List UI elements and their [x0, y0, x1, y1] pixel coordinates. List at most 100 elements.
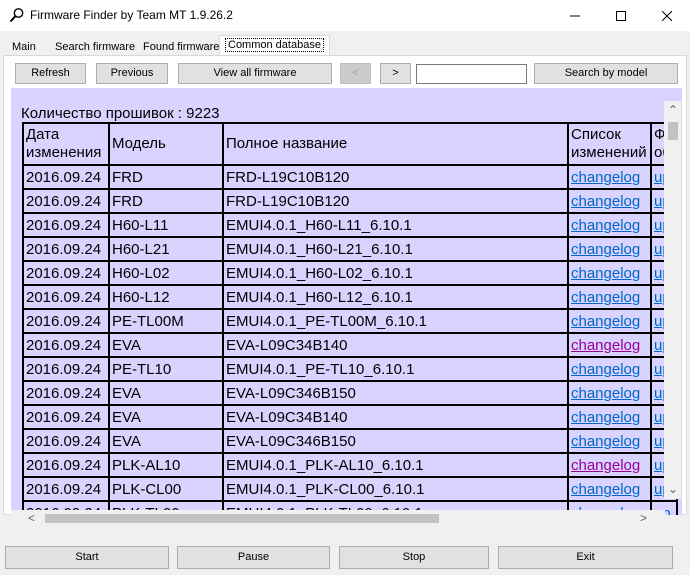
- scroll-down-icon[interactable]: ⌄: [668, 482, 678, 496]
- tab-search-firmware[interactable]: Search firmware: [49, 38, 142, 56]
- cell-changelog-cell: changelog: [567, 164, 652, 190]
- column-header-changelog[interactable]: Список изменений: [567, 122, 652, 166]
- scroll-up-icon[interactable]: ⌃: [668, 103, 678, 117]
- app-window: Firmware Finder by Team MT 1.9.26.2 Main…: [0, 0, 690, 575]
- cell-full-name: EVA-L09C346B150: [222, 428, 569, 454]
- scroll-right-icon[interactable]: >: [640, 511, 647, 525]
- bottom-actions: Start Pause Stop Exit: [0, 540, 690, 575]
- cell-full-name: EMUI4.0.1_H60-L21_6.10.1: [222, 236, 569, 262]
- vertical-scroll-thumb[interactable]: [668, 122, 678, 140]
- table-body: 2016.09.24 FRD FRD-L19C10B120 changelog up 20…: [22, 164, 678, 515]
- cell-date: 2016.09.24: [22, 308, 110, 334]
- cell-date: 2016.09.24: [22, 476, 110, 502]
- cell-model: PLK-CL00: [108, 476, 224, 502]
- cell-model: PE-TL00M: [108, 308, 224, 334]
- cell-changelog-cell: changelog: [567, 404, 652, 430]
- table-row[interactable]: 2016.09.24 H60-L02 EMUI4.0.1_H60-L02_6.10.…: [22, 260, 678, 286]
- minimize-button[interactable]: [552, 0, 598, 31]
- horizontal-scroll-thumb[interactable]: [45, 514, 439, 523]
- table-row[interactable]: 2016.09.24 EVA EVA-L09C346B150 changelog up: [22, 428, 678, 454]
- refresh-button[interactable]: Refresh: [15, 63, 86, 84]
- table-row[interactable]: 2016.09.24 EVA EVA-L09C346B150 changelog up: [22, 380, 678, 406]
- tab-found-firmware[interactable]: Found firmware: [137, 38, 226, 56]
- cell-changelog-link[interactable]: changelog: [571, 433, 640, 450]
- cell-date: 2016.09.24: [22, 332, 110, 358]
- view-all-firmware-button[interactable]: View all firmware: [178, 63, 332, 84]
- cell-changelog-cell: changelog: [567, 308, 652, 334]
- cell-model: H60-L02: [108, 260, 224, 286]
- table-row[interactable]: 2016.09.24 PE-TL10 EMUI4.0.1_PE-TL10_6.10.…: [22, 356, 678, 382]
- cell-changelog-cell: changelog: [567, 332, 652, 358]
- cell-changelog-cell: changelog: [567, 260, 652, 286]
- table-row[interactable]: 2016.09.24 PLK-CL00 EMUI4.0.1_PLK-CL00_6.1…: [22, 476, 678, 502]
- cell-full-name: FRD-L19C10B120: [222, 188, 569, 214]
- table-row[interactable]: 2016.09.24 H60-L11 EMUI4.0.1_H60-L11_6.10.…: [22, 212, 678, 238]
- cell-full-name: EMUI4.0.1_PE-TL00M_6.10.1: [222, 308, 569, 334]
- model-search-input[interactable]: [416, 64, 527, 84]
- firmware-count: Количество прошивок : 9223: [21, 105, 220, 122]
- previous-button[interactable]: Previous: [96, 63, 168, 84]
- cell-changelog-link[interactable]: changelog: [571, 265, 640, 282]
- vertical-scrollbar[interactable]: [664, 101, 681, 499]
- minimize-icon: [570, 15, 580, 16]
- cell-changelog-cell: changelog: [567, 356, 652, 382]
- cell-full-name: EVA-L09C346B150: [222, 380, 569, 406]
- maximize-button[interactable]: [598, 0, 644, 31]
- start-button[interactable]: Start: [5, 546, 169, 569]
- cell-model: H60-L21: [108, 236, 224, 262]
- tab-main[interactable]: Main: [6, 38, 42, 56]
- table-row[interactable]: 2016.09.24 PLK-AL10 EMUI4.0.1_PLK-AL10_6.1…: [22, 452, 678, 478]
- title-bar: Firmware Finder by Team MT 1.9.26.2: [0, 0, 690, 31]
- cell-full-name: FRD-L19C10B120: [222, 164, 569, 190]
- cell-changelog-link[interactable]: changelog: [571, 409, 640, 426]
- table-row[interactable]: 2016.09.24 FRD FRD-L19C10B120 changelog up: [22, 164, 678, 190]
- window-title: Firmware Finder by Team MT 1.9.26.2: [30, 8, 233, 22]
- stop-button[interactable]: Stop: [339, 546, 489, 569]
- cell-full-name: EVA-L09C34B140: [222, 404, 569, 430]
- cell-changelog-cell: changelog: [567, 236, 652, 262]
- search-by-model-button[interactable]: Search by model: [534, 63, 678, 84]
- cell-model: PLK-AL10: [108, 452, 224, 478]
- tab-common-database-label: Common database: [225, 38, 324, 52]
- cell-model: EVA: [108, 332, 224, 358]
- cell-changelog-link[interactable]: changelog: [571, 481, 640, 498]
- close-icon: [662, 10, 672, 21]
- cell-model: EVA: [108, 380, 224, 406]
- table-row[interactable]: 2016.09.24 PE-TL00M EMUI4.0.1_PE-TL00M_6.1…: [22, 308, 678, 334]
- scroll-left-icon[interactable]: <: [28, 511, 35, 525]
- cell-changelog-link[interactable]: changelog: [571, 457, 640, 474]
- cell-model: EVA: [108, 404, 224, 430]
- table-row[interactable]: 2016.09.24 EVA EVA-L09C34B140 changelog up: [22, 404, 678, 430]
- cell-changelog-link[interactable]: changelog: [571, 193, 640, 210]
- cell-changelog-cell: changelog: [567, 428, 652, 454]
- column-header-date[interactable]: Дата изменения: [22, 122, 110, 166]
- pause-button[interactable]: Pause: [177, 546, 330, 569]
- cell-changelog-link[interactable]: changelog: [571, 289, 640, 306]
- next-page-button[interactable]: >: [380, 63, 411, 84]
- cell-changelog-link[interactable]: changelog: [571, 361, 640, 378]
- table-row[interactable]: 2016.09.24 H60-L12 EMUI4.0.1_H60-L12_6.10.…: [22, 284, 678, 310]
- cell-changelog-link[interactable]: changelog: [571, 337, 640, 354]
- cell-changelog-link[interactable]: changelog: [571, 169, 640, 186]
- cell-date: 2016.09.24: [22, 356, 110, 382]
- column-header-model[interactable]: Модель: [108, 122, 224, 166]
- exit-button[interactable]: Exit: [498, 546, 673, 569]
- tab-common-database[interactable]: Common database: [219, 35, 330, 56]
- cell-date: 2016.09.24: [22, 212, 110, 238]
- cell-changelog-cell: changelog: [567, 452, 652, 478]
- table-row[interactable]: 2016.09.24 H60-L21 EMUI4.0.1_H60-L21_6.10.…: [22, 236, 678, 262]
- cell-changelog-link[interactable]: changelog: [571, 241, 640, 258]
- cell-changelog-link[interactable]: changelog: [571, 217, 640, 234]
- cell-full-name: EMUI4.0.1_PLK-CL00_6.10.1: [222, 476, 569, 502]
- close-button[interactable]: [644, 0, 690, 31]
- cell-changelog-link[interactable]: changelog: [571, 385, 640, 402]
- cell-full-name: EMUI4.0.1_PLK-AL10_6.10.1: [222, 452, 569, 478]
- column-header-full-name[interactable]: Полное название: [222, 122, 569, 166]
- table-row[interactable]: 2016.09.24 FRD FRD-L19C10B120 changelog up: [22, 188, 678, 214]
- cell-changelog-link[interactable]: changelog: [571, 313, 640, 330]
- table-row[interactable]: 2016.09.24 EVA EVA-L09C34B140 changelog up: [22, 332, 678, 358]
- prev-page-button[interactable]: <: [340, 63, 371, 84]
- cell-full-name: EVA-L09C34B140: [222, 332, 569, 358]
- cell-model: H60-L11: [108, 212, 224, 238]
- cell-full-name: EMUI4.0.1_H60-L11_6.10.1: [222, 212, 569, 238]
